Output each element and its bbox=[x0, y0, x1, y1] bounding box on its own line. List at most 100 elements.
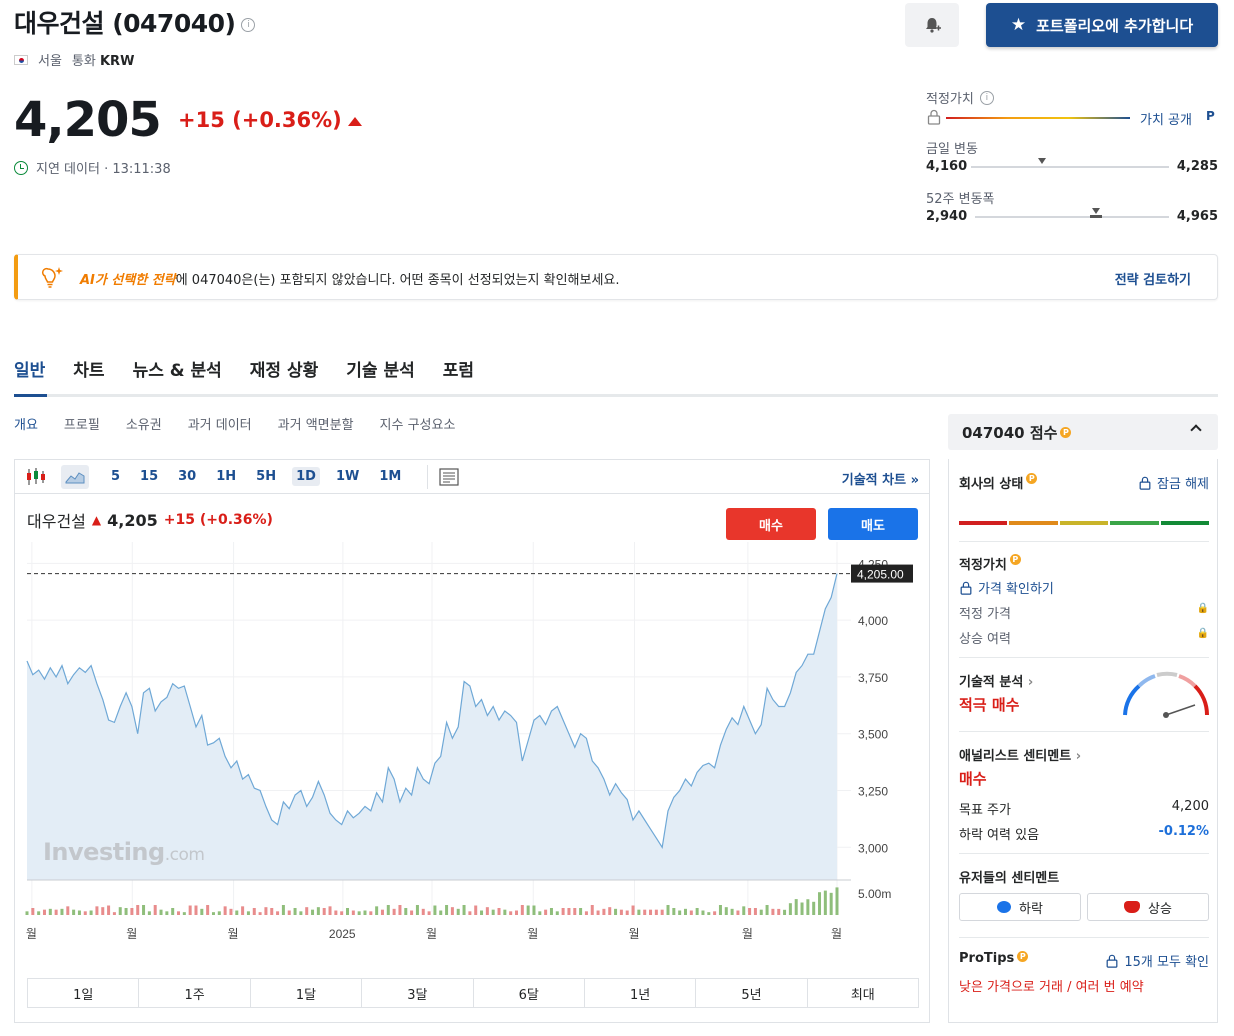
volume-bar bbox=[660, 909, 664, 915]
volume-bar bbox=[322, 908, 326, 915]
subtab-historical-data[interactable]: 과거 데이터 bbox=[188, 414, 252, 433]
volume-bar bbox=[649, 909, 653, 915]
volume-bar bbox=[229, 908, 233, 915]
add-to-portfolio-button[interactable]: ★ 포트폴리오에 추가합니다 bbox=[986, 3, 1218, 47]
range-6m[interactable]: 6달 bbox=[474, 979, 585, 1007]
chevron-right-icon: › bbox=[1027, 675, 1034, 690]
timeframe-1m[interactable]: 1M bbox=[375, 467, 405, 486]
volume-bar bbox=[136, 905, 140, 915]
news-icon[interactable] bbox=[438, 467, 460, 487]
unlock-link[interactable]: 잠금 해제 bbox=[1138, 473, 1209, 492]
volume-bar bbox=[584, 911, 588, 915]
reveal-value-link[interactable]: 가치 공개 bbox=[1140, 109, 1192, 128]
technical-chart-link[interactable]: 기술적 차트 » bbox=[842, 469, 919, 488]
price-alert-button[interactable] bbox=[905, 3, 959, 47]
volume-bar bbox=[37, 911, 41, 915]
page-title: 대우건설 (047040) i bbox=[14, 4, 256, 40]
tab-financials[interactable]: 재정 상황 bbox=[250, 356, 318, 381]
range-3m[interactable]: 3달 bbox=[362, 979, 474, 1007]
volume-bar bbox=[25, 911, 29, 915]
timeframe-1d[interactable]: 1D bbox=[292, 467, 320, 486]
analyst-sentiment-link[interactable]: 애널리스트 센티멘트 › bbox=[959, 745, 1209, 764]
timeframe-5h[interactable]: 5H bbox=[252, 467, 280, 486]
volume-bar bbox=[223, 906, 227, 915]
area-chart-icon[interactable] bbox=[61, 464, 89, 489]
x-tick-label: 월 bbox=[742, 927, 753, 941]
range-1w[interactable]: 1주 bbox=[139, 979, 251, 1007]
volume-bar bbox=[567, 908, 571, 915]
score-panel-header[interactable]: 047040 점수 P bbox=[948, 414, 1218, 450]
tech-analysis-label: 기술적 분석 bbox=[959, 675, 1024, 690]
tab-forum[interactable]: 포럼 bbox=[443, 356, 474, 381]
timeframe-15[interactable]: 15 bbox=[136, 467, 162, 486]
range-max[interactable]: 최대 bbox=[808, 979, 918, 1007]
tab-technical[interactable]: 기술 분석 bbox=[346, 356, 414, 381]
week52-high: 4,965 bbox=[1176, 209, 1218, 224]
tab-news[interactable]: 뉴스 & 분석 bbox=[133, 356, 222, 381]
timeframe-30[interactable]: 30 bbox=[174, 467, 200, 486]
range-5y[interactable]: 5년 bbox=[696, 979, 808, 1007]
candlestick-icon[interactable] bbox=[25, 467, 47, 487]
instrument-title: 대우건설 (047040) bbox=[14, 9, 236, 38]
bullish-button[interactable]: 상승 bbox=[1087, 893, 1209, 921]
price-change-text: +15 (+0.36%) bbox=[178, 108, 342, 132]
subtab-index-components[interactable]: 지수 구성요소 bbox=[380, 414, 456, 433]
volume-bar bbox=[375, 906, 379, 915]
sell-button[interactable]: 매도 bbox=[828, 508, 918, 540]
volume-bar bbox=[392, 908, 396, 915]
chevron-up-icon[interactable] bbox=[1190, 424, 1202, 436]
tab-overview[interactable]: 일반 bbox=[14, 356, 45, 381]
company-health-label: 회사의 상태 bbox=[959, 477, 1024, 492]
volume-bar bbox=[724, 907, 728, 915]
protips-section: ProTips P 15개 모두 확인 낮은 가격으로 거래 / 여러 번 예약 bbox=[959, 951, 1209, 995]
tab-chart[interactable]: 차트 bbox=[73, 356, 104, 381]
bearish-button[interactable]: 하락 bbox=[959, 893, 1081, 921]
volume-bar bbox=[130, 908, 134, 915]
timeframe-1w[interactable]: 1W bbox=[332, 467, 363, 486]
volume-bar bbox=[42, 909, 46, 915]
price-check-link[interactable]: 가격 확인하기 bbox=[959, 578, 1209, 597]
volume-bar bbox=[462, 905, 466, 915]
volume-bar bbox=[153, 905, 157, 915]
bull-icon bbox=[1124, 901, 1141, 913]
info-icon[interactable]: i bbox=[241, 18, 256, 32]
range-1m[interactable]: 1달 bbox=[251, 979, 363, 1007]
price-check-label: 가격 확인하기 bbox=[978, 582, 1054, 597]
protips-label: ProTips bbox=[959, 951, 1015, 966]
range-1y[interactable]: 1년 bbox=[585, 979, 697, 1007]
info-icon[interactable]: i bbox=[979, 90, 994, 105]
volume-bar bbox=[549, 908, 553, 915]
protips-link[interactable]: 15개 모두 확인 bbox=[1105, 951, 1209, 970]
range-1d[interactable]: 1일 bbox=[28, 979, 140, 1007]
subtab-summary[interactable]: 개요 bbox=[14, 414, 38, 433]
volume-bar bbox=[316, 907, 320, 915]
volume-bar bbox=[818, 892, 822, 915]
volume-bar bbox=[112, 912, 116, 915]
timeframe-1h[interactable]: 1H bbox=[212, 467, 240, 486]
volume-bar bbox=[118, 907, 122, 915]
health-bars bbox=[959, 521, 1210, 525]
price-chart[interactable]: 4,2504,0003,7503,5003,2503,0005.00m4,205… bbox=[15, 542, 929, 942]
subtab-splits[interactable]: 과거 액면분할 bbox=[278, 414, 354, 433]
volume-bar bbox=[346, 908, 350, 915]
volume-bar bbox=[654, 909, 658, 915]
buy-button[interactable]: 매수 bbox=[726, 508, 816, 540]
review-strategy-link[interactable]: 전략 검토하기 bbox=[1115, 269, 1191, 288]
volume-bar bbox=[404, 908, 408, 915]
subtab-profile[interactable]: 프로필 bbox=[64, 414, 100, 433]
volume-bar bbox=[252, 908, 256, 915]
ai-strategy-link[interactable]: AI가 선택한 전략 bbox=[80, 273, 176, 288]
volume-bar bbox=[748, 908, 752, 915]
volume-bar bbox=[695, 908, 699, 915]
chart-change: +15 (+0.36%) bbox=[163, 512, 273, 528]
divider bbox=[959, 853, 1209, 854]
divider bbox=[959, 731, 1209, 732]
clock-icon bbox=[14, 160, 28, 175]
timeframe-5[interactable]: 5 bbox=[107, 467, 124, 486]
health-bar-0 bbox=[959, 521, 1008, 525]
volume-bar bbox=[497, 908, 501, 915]
volume-bar bbox=[806, 899, 810, 915]
lock-icon: 🔒 bbox=[1196, 628, 1209, 639]
volume-bar bbox=[794, 899, 798, 915]
subtab-ownership[interactable]: 소유권 bbox=[126, 414, 162, 433]
